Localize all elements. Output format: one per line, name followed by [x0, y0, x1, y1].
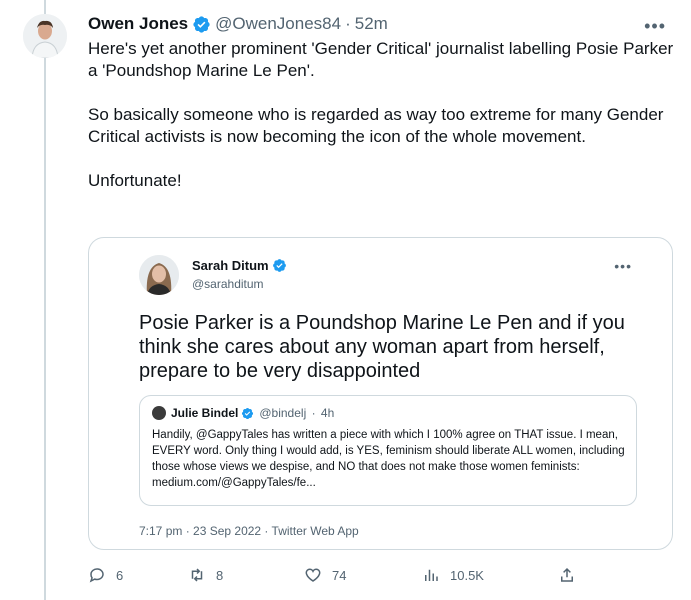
retweet-icon [191, 568, 203, 582]
tweet-paragraph: Unfortunate! [88, 171, 182, 190]
reply-icon [89, 568, 104, 583]
tweet[interactable]: Owen Jones @OwenJones84 · 52m ••• Here's… [88, 10, 678, 192]
author-handle[interactable]: @OwenJones84 [215, 14, 341, 34]
author-name[interactable]: Owen Jones [88, 14, 188, 34]
quoted-timestamp: 4h [320, 406, 335, 420]
view-count: 10.5K [450, 567, 484, 583]
more-options-icon[interactable]: ••• [644, 16, 666, 37]
share-button[interactable] [558, 566, 586, 584]
views-chart-icon [425, 569, 438, 581]
tweet-text: Here's yet another prominent 'Gender Cri… [88, 38, 678, 192]
tweet-paragraph: Here's yet another prominent 'Gender Cri… [88, 39, 674, 80]
person-icon [23, 14, 67, 58]
quoted-tweet-text: Handily, @GappyTales has written a piece… [152, 429, 625, 489]
embedded-author-name-text: Sarah Ditum [192, 258, 269, 273]
like-count: 74 [332, 567, 347, 583]
views-button[interactable]: 10.5K [422, 566, 484, 584]
embedded-tweet-image[interactable]: Sarah Ditum @sarahditum ••• Posie Parker… [88, 237, 673, 550]
quoted-tweet: Julie Bindel @bindelj · 4h Handily, @Gap… [139, 395, 637, 506]
retweet-button[interactable]: 8 [188, 566, 223, 584]
embedded-author-handle: @sarahditum [192, 277, 264, 291]
tweet-paragraph: So basically someone who is regarded as … [88, 105, 664, 146]
timestamp[interactable]: 52m [355, 14, 388, 34]
tweet-header: Owen Jones @OwenJones84 · 52m [88, 10, 678, 38]
reply-button[interactable]: 6 [88, 566, 123, 584]
thread-line [44, 0, 46, 600]
verified-badge-icon [242, 407, 254, 419]
verified-badge-icon [193, 15, 210, 33]
like-button[interactable]: 74 [304, 566, 346, 584]
reply-count: 6 [116, 567, 124, 583]
embedded-tweet-meta: 7:17 pm · 23 Sep 2022 · Twitter Web App [139, 524, 359, 538]
heart-icon [305, 568, 321, 582]
quoted-tweet-header: Julie Bindel @bindelj · 4h [152, 406, 334, 420]
retweet-count: 8 [216, 567, 224, 583]
action-bar: 6 8 74 10.5K [88, 566, 608, 588]
embedded-tweet-text: Posie Parker is a Poundshop Marine Le Pe… [139, 312, 625, 382]
embedded-author-name: Sarah Ditum [192, 258, 287, 273]
verified-badge-icon [272, 259, 286, 272]
quoted-author-name: Julie Bindel [171, 406, 239, 420]
share-icon [561, 567, 573, 582]
separator-dot: · [345, 14, 351, 33]
avatar[interactable] [23, 14, 67, 58]
avatar [152, 406, 166, 420]
separator-dot: · [308, 406, 319, 420]
more-options-icon: ••• [614, 258, 632, 274]
person-icon [139, 255, 179, 295]
quoted-author-handle: @bindelj [259, 406, 307, 420]
avatar [139, 255, 179, 295]
